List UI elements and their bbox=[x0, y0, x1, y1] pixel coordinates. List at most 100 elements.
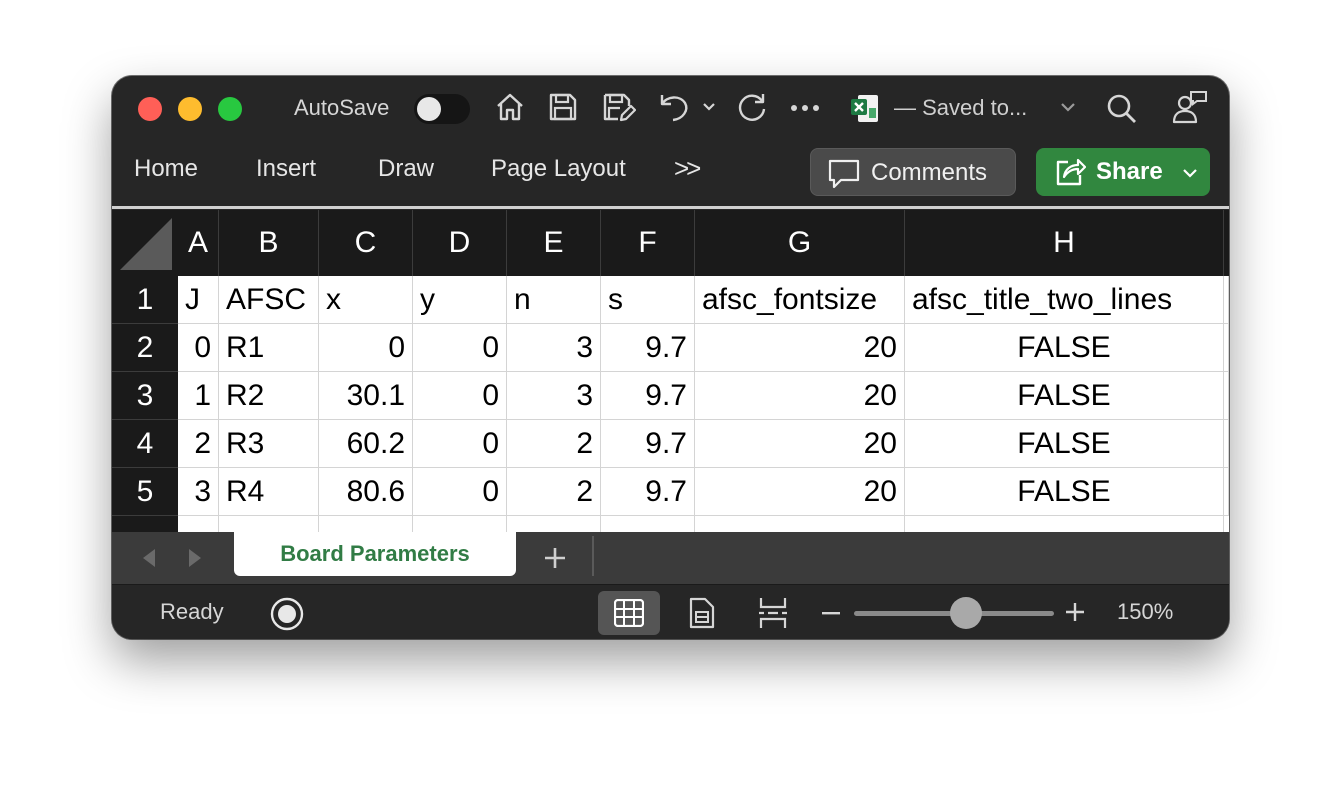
cell-f3[interactable]: 9.7 bbox=[601, 372, 695, 420]
cell-f4[interactable]: 9.7 bbox=[601, 420, 695, 468]
cell-b5[interactable]: R4 bbox=[219, 468, 319, 516]
cell-g4[interactable]: 20 bbox=[695, 420, 905, 468]
home-icon[interactable] bbox=[494, 91, 526, 123]
cell-d1[interactable]: y bbox=[413, 276, 507, 324]
save-icon[interactable] bbox=[548, 92, 578, 122]
cell-d5[interactable]: 0 bbox=[413, 468, 507, 516]
select-all-corner[interactable] bbox=[112, 210, 178, 276]
row-header-3[interactable]: 3 bbox=[112, 372, 178, 420]
zoom-slider-knob[interactable] bbox=[950, 597, 982, 629]
cell-a6[interactable] bbox=[178, 516, 219, 532]
cell-g2[interactable]: 20 bbox=[695, 324, 905, 372]
undo-dropdown-icon[interactable] bbox=[702, 102, 716, 112]
cell-e3[interactable]: 3 bbox=[507, 372, 601, 420]
cell-e2[interactable]: 3 bbox=[507, 324, 601, 372]
search-icon[interactable] bbox=[1106, 93, 1138, 125]
cell-b4[interactable]: R3 bbox=[219, 420, 319, 468]
cell-a5[interactable]: 3 bbox=[178, 468, 219, 516]
cell-d6[interactable] bbox=[413, 516, 507, 532]
autosave-toggle[interactable] bbox=[414, 94, 470, 124]
cell-f2[interactable]: 9.7 bbox=[601, 324, 695, 372]
column-header-b[interactable]: B bbox=[219, 210, 319, 276]
cell-i2[interactable] bbox=[1224, 324, 1229, 372]
comments-button[interactable]: Comments bbox=[810, 148, 1016, 196]
column-header-h[interactable]: H bbox=[905, 210, 1224, 276]
cell-g6[interactable] bbox=[695, 516, 905, 532]
next-sheet-icon[interactable] bbox=[188, 548, 202, 568]
cell-d2[interactable]: 0 bbox=[413, 324, 507, 372]
cell-c6[interactable] bbox=[319, 516, 413, 532]
cell-f5[interactable]: 9.7 bbox=[601, 468, 695, 516]
redo-icon[interactable] bbox=[736, 91, 768, 123]
sheet-tab-board-parameters[interactable]: Board Parameters bbox=[234, 532, 516, 576]
add-sheet-icon[interactable] bbox=[543, 546, 567, 570]
macro-record-icon[interactable] bbox=[270, 597, 304, 631]
document-status[interactable]: — Saved to... bbox=[894, 95, 1027, 121]
more-icon[interactable] bbox=[790, 104, 820, 112]
cell-b6[interactable] bbox=[219, 516, 319, 532]
cell-f6[interactable] bbox=[601, 516, 695, 532]
cell-g5[interactable]: 20 bbox=[695, 468, 905, 516]
save-as-icon[interactable] bbox=[602, 92, 636, 124]
cell-b3[interactable]: R2 bbox=[219, 372, 319, 420]
cell-i1[interactable] bbox=[1224, 276, 1229, 324]
cell-h4[interactable]: FALSE bbox=[905, 420, 1224, 468]
cell-i5[interactable] bbox=[1224, 468, 1229, 516]
cell-i3[interactable] bbox=[1224, 372, 1229, 420]
page-layout-view-icon[interactable] bbox=[689, 597, 715, 629]
zoom-out-icon[interactable] bbox=[822, 611, 840, 615]
close-window-button[interactable] bbox=[138, 97, 162, 121]
cell-d4[interactable]: 0 bbox=[413, 420, 507, 468]
cell-c2[interactable]: 0 bbox=[319, 324, 413, 372]
cell-a3[interactable]: 1 bbox=[178, 372, 219, 420]
cell-d3[interactable]: 0 bbox=[413, 372, 507, 420]
column-header-f[interactable]: F bbox=[601, 210, 695, 276]
column-header-g[interactable]: G bbox=[695, 210, 905, 276]
zoom-percentage[interactable]: 150% bbox=[1117, 599, 1173, 625]
column-header-i[interactable] bbox=[1224, 210, 1229, 276]
cell-f1[interactable]: s bbox=[601, 276, 695, 324]
cell-e1[interactable]: n bbox=[507, 276, 601, 324]
cell-a2[interactable]: 0 bbox=[178, 324, 219, 372]
person-sharing-icon[interactable] bbox=[1172, 90, 1208, 124]
undo-icon[interactable] bbox=[658, 91, 690, 123]
minimize-window-button[interactable] bbox=[178, 97, 202, 121]
cell-c1[interactable]: x bbox=[319, 276, 413, 324]
cell-e5[interactable]: 2 bbox=[507, 468, 601, 516]
zoom-window-button[interactable] bbox=[218, 97, 242, 121]
tab-insert[interactable]: Insert bbox=[256, 155, 316, 183]
cell-h3[interactable]: FALSE bbox=[905, 372, 1224, 420]
column-header-c[interactable]: C bbox=[319, 210, 413, 276]
cell-a1[interactable]: J bbox=[178, 276, 219, 324]
previous-sheet-icon[interactable] bbox=[142, 548, 156, 568]
chevron-down-icon[interactable] bbox=[1060, 102, 1076, 112]
row-header-2[interactable]: 2 bbox=[112, 324, 178, 372]
cell-b1[interactable]: AFSC bbox=[219, 276, 319, 324]
ribbon-overflow-button[interactable]: >> bbox=[674, 153, 701, 184]
row-header-4[interactable]: 4 bbox=[112, 420, 178, 468]
zoom-in-icon[interactable] bbox=[1066, 603, 1084, 621]
row-header-5[interactable]: 5 bbox=[112, 468, 178, 516]
tab-page-layout[interactable]: Page Layout bbox=[491, 155, 626, 183]
cell-e4[interactable]: 2 bbox=[507, 420, 601, 468]
cell-h2[interactable]: FALSE bbox=[905, 324, 1224, 372]
row-header-6[interactable] bbox=[112, 516, 178, 532]
cell-c5[interactable]: 80.6 bbox=[319, 468, 413, 516]
cell-c4[interactable]: 60.2 bbox=[319, 420, 413, 468]
cell-h5[interactable]: FALSE bbox=[905, 468, 1224, 516]
cell-h1[interactable]: afsc_title_two_lines bbox=[905, 276, 1224, 324]
tab-draw[interactable]: Draw bbox=[378, 155, 434, 183]
cell-g3[interactable]: 20 bbox=[695, 372, 905, 420]
cell-a4[interactable]: 2 bbox=[178, 420, 219, 468]
page-break-view-icon[interactable] bbox=[758, 597, 788, 629]
column-header-d[interactable]: D bbox=[413, 210, 507, 276]
column-header-a[interactable]: A bbox=[178, 210, 219, 276]
column-header-e[interactable]: E bbox=[507, 210, 601, 276]
cell-e6[interactable] bbox=[507, 516, 601, 532]
share-button[interactable]: Share bbox=[1036, 148, 1210, 196]
cell-b2[interactable]: R1 bbox=[219, 324, 319, 372]
row-header-1[interactable]: 1 bbox=[112, 276, 178, 324]
cell-c3[interactable]: 30.1 bbox=[319, 372, 413, 420]
spreadsheet-grid[interactable]: A B C D E F G H 1 2 3 4 5 J AFSC x y n s… bbox=[112, 210, 1229, 532]
cell-i4[interactable] bbox=[1224, 420, 1229, 468]
